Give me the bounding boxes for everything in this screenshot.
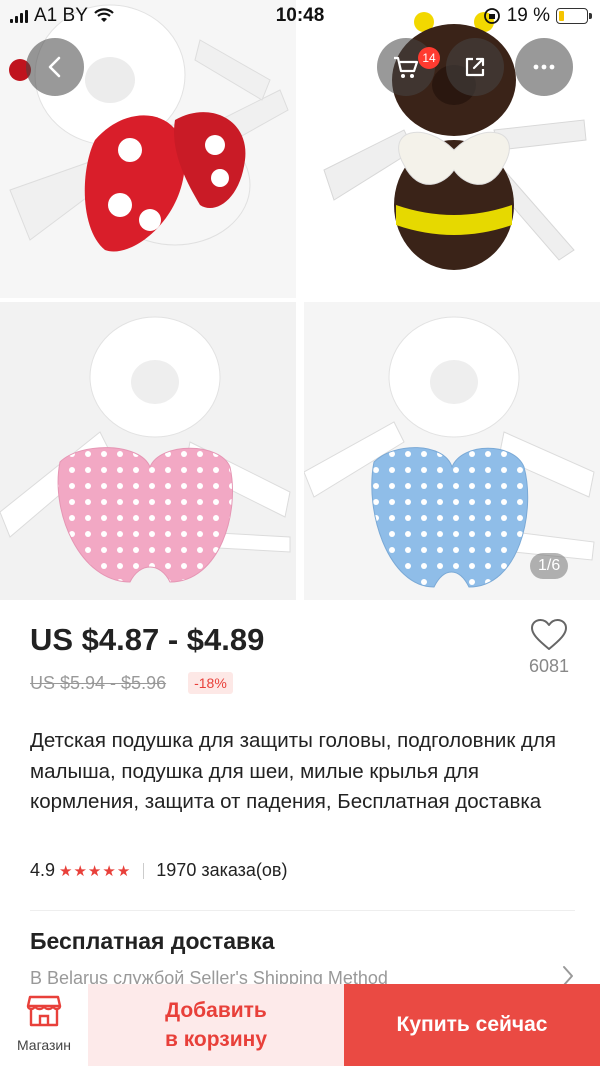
product-screen: 1/6 A1 BY 10:48 19 % 14 US $4.87 - $4.89…	[0, 0, 600, 1066]
more-button[interactable]	[515, 38, 573, 96]
cart-count-badge: 14	[418, 47, 440, 69]
more-dots-icon	[533, 64, 555, 70]
divider	[30, 910, 575, 911]
image-counter: 1/6	[530, 553, 569, 579]
gallery-image-pink-wings[interactable]	[0, 302, 296, 600]
store-label: Магазин	[16, 1037, 71, 1053]
product-price: US $4.87 - $4.89	[30, 622, 265, 657]
store-icon	[26, 995, 62, 1027]
status-right: 19 %	[483, 5, 592, 27]
orientation-lock-icon	[483, 8, 500, 24]
buy-now-button[interactable]: Купить сейчас	[344, 984, 600, 1066]
orders-count: 1970 заказа(ов)	[156, 860, 288, 880]
discount-badge: -18%	[188, 672, 233, 694]
rating-stars-icon: ★★★★★	[59, 862, 132, 880]
old-price: US $5.94 - $5.96	[30, 672, 167, 693]
share-icon	[465, 57, 485, 77]
rating-row[interactable]: 4.9 ★★★★★ 1970 заказа(ов)	[30, 860, 288, 881]
add-to-cart-button[interactable]: Добавить в корзину	[88, 984, 344, 1066]
bottom-action-bar: Магазин Добавить в корзину Купить сейчас	[0, 984, 600, 1066]
status-bar: A1 BY 10:48 19 %	[0, 0, 600, 34]
cart-icon	[394, 56, 419, 78]
chevron-left-icon	[48, 56, 61, 78]
product-title: Детская подушка для защиты головы, подго…	[30, 729, 557, 813]
battery-icon	[556, 8, 592, 24]
heart-icon	[531, 619, 567, 650]
product-gallery[interactable]: 1/6	[0, 0, 600, 600]
back-button[interactable]	[26, 38, 84, 96]
share-button[interactable]	[446, 38, 504, 96]
battery-level	[559, 11, 564, 21]
cart-button[interactable]: 14	[377, 38, 440, 96]
wishlist-button[interactable]: 6081	[522, 618, 576, 677]
shipping-title[interactable]: Бесплатная доставка	[30, 928, 275, 955]
rating-value: 4.9	[30, 860, 56, 880]
wishlist-count: 6081	[528, 656, 570, 676]
battery-percent: 19 %	[506, 5, 550, 26]
old-price-row: US $5.94 - $5.96 -18%	[30, 672, 233, 694]
rating-separator	[143, 862, 145, 879]
store-button[interactable]: Магазин	[0, 984, 88, 1066]
